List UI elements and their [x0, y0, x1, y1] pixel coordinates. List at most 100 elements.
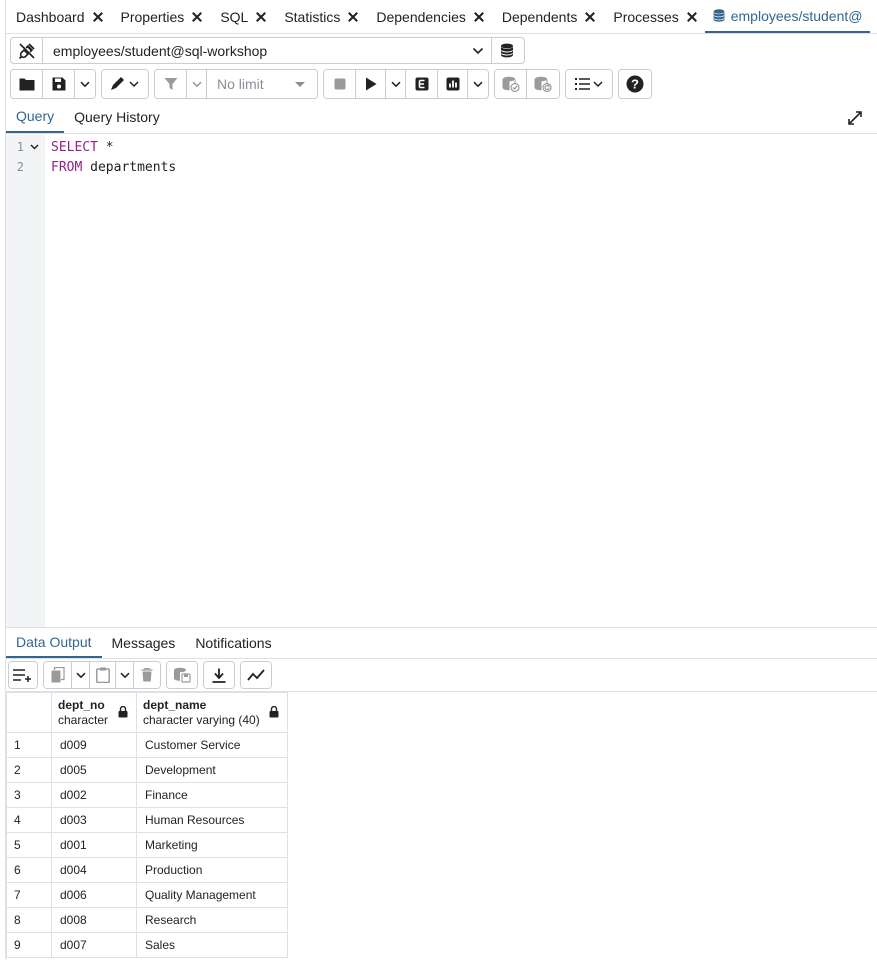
query-toolbar: No limit ? — [10, 69, 657, 99]
tab-processes[interactable]: Processes — [603, 0, 704, 33]
cell-dept-no[interactable]: d002 — [51, 782, 137, 808]
row-number[interactable]: 2 — [6, 757, 52, 783]
save-data-changes-button[interactable] — [167, 662, 197, 688]
caret-down-icon — [295, 82, 305, 87]
filter-button[interactable] — [155, 70, 187, 98]
copy-options-dropdown[interactable] — [72, 662, 90, 688]
close-icon[interactable] — [256, 12, 266, 22]
tab-dependencies[interactable]: Dependencies — [366, 0, 492, 33]
row-number[interactable]: 5 — [6, 832, 52, 858]
copy-button[interactable] — [44, 662, 72, 688]
row-number[interactable]: 8 — [6, 907, 52, 933]
cell-dept-name[interactable]: Research — [136, 907, 288, 933]
cell-dept-name[interactable]: Human Resources — [136, 807, 288, 833]
tab-query-history[interactable]: Query History — [64, 101, 170, 133]
tab-query-tool[interactable]: employees/student@ — [704, 0, 871, 33]
table-row[interactable]: 7 d006 Quality Management — [6, 882, 288, 908]
row-limit-select[interactable]: No limit — [207, 70, 317, 98]
header-row: dept_no character dept_name character va… — [6, 692, 288, 733]
add-row-button[interactable] — [9, 662, 37, 688]
close-icon[interactable] — [474, 12, 484, 22]
cell-dept-name[interactable]: Quality Management — [136, 882, 288, 908]
tab-statistics[interactable]: Statistics — [274, 0, 366, 33]
table-row[interactable]: 5 d001 Marketing — [6, 832, 288, 858]
save-options-dropdown[interactable] — [75, 70, 95, 98]
help-button[interactable]: ? — [619, 70, 651, 98]
row-number[interactable]: 4 — [6, 807, 52, 833]
row-number[interactable]: 9 — [6, 932, 52, 958]
table-row[interactable]: 3 d002 Finance — [6, 782, 288, 808]
close-icon[interactable] — [348, 12, 358, 22]
connection-status-icon[interactable] — [11, 38, 43, 63]
new-connection-button[interactable] — [492, 37, 525, 64]
tab-label: Data Output — [16, 634, 92, 650]
explain-button[interactable] — [406, 70, 438, 98]
cell-dept-no[interactable]: d001 — [51, 832, 137, 858]
execute-button[interactable] — [356, 70, 386, 98]
table-row[interactable]: 6 d004 Production — [6, 857, 288, 883]
cell-dept-name[interactable]: Marketing — [136, 832, 288, 858]
table-row[interactable]: 1 d009 Customer Service — [6, 732, 288, 758]
cell-dept-no[interactable]: d004 — [51, 857, 137, 883]
tab-properties[interactable]: Properties — [111, 0, 211, 33]
execute-options-dropdown[interactable] — [386, 70, 406, 98]
cell-dept-no[interactable]: d008 — [51, 907, 137, 933]
explain-options-dropdown[interactable] — [468, 70, 488, 98]
expand-icon[interactable] — [847, 110, 863, 126]
tab-query[interactable]: Query — [6, 101, 65, 133]
row-number[interactable]: 1 — [6, 732, 52, 758]
download-button[interactable] — [204, 662, 234, 688]
tab-dependents[interactable]: Dependents — [492, 0, 604, 33]
filter-dropdown[interactable] — [187, 70, 207, 98]
tab-sql[interactable]: SQL — [210, 0, 274, 33]
column-header-dept-no[interactable]: dept_no character — [51, 692, 137, 733]
tab-messages[interactable]: Messages — [102, 628, 186, 658]
edit-menu-button[interactable] — [102, 70, 148, 98]
cell-dept-no[interactable]: d003 — [51, 807, 137, 833]
delete-row-button[interactable] — [134, 662, 160, 688]
row-number[interactable]: 3 — [6, 782, 52, 808]
row-number[interactable]: 6 — [6, 857, 52, 883]
help-icon: ? — [626, 75, 644, 93]
tab-notifications[interactable]: Notifications — [185, 628, 281, 658]
explain-analyze-button[interactable] — [438, 70, 468, 98]
cell-dept-no[interactable]: d007 — [51, 932, 137, 958]
table-row[interactable]: 9 d007 Sales — [6, 932, 288, 958]
cell-dept-no[interactable]: d009 — [51, 732, 137, 758]
column-header-dept-name[interactable]: dept_name character varying (40) — [136, 692, 288, 733]
close-icon[interactable] — [687, 12, 697, 22]
graph-visualiser-button[interactable] — [241, 662, 271, 688]
tab-label: Notifications — [195, 635, 272, 651]
save-file-button[interactable] — [43, 70, 75, 98]
filter-icon — [164, 78, 177, 90]
cell-dept-name[interactable]: Development — [136, 757, 288, 783]
close-icon[interactable] — [93, 12, 103, 22]
cell-dept-name[interactable]: Sales — [136, 932, 288, 958]
commit-button[interactable] — [495, 70, 527, 98]
cell-dept-no[interactable]: d006 — [51, 882, 137, 908]
tab-data-output[interactable]: Data Output — [6, 628, 102, 658]
cell-dept-name[interactable]: Production — [136, 857, 288, 883]
stop-button[interactable] — [324, 70, 356, 98]
cell-dept-no[interactable]: d005 — [51, 757, 137, 783]
chevron-down-icon[interactable] — [465, 47, 491, 55]
cell-dept-name[interactable]: Finance — [136, 782, 288, 808]
row-number[interactable]: 7 — [6, 882, 52, 908]
cell-dept-name[interactable]: Customer Service — [136, 732, 288, 758]
open-file-button[interactable] — [11, 70, 43, 98]
paste-options-dropdown[interactable] — [116, 662, 134, 688]
sql-editor[interactable]: 1 SELECT * 2 FROM departments — [6, 135, 877, 627]
paste-button[interactable] — [90, 662, 116, 688]
connection-select[interactable]: employees/student@sql-workshop — [10, 37, 492, 64]
tab-dashboard[interactable]: Dashboard — [6, 0, 111, 33]
rollback-button[interactable] — [527, 70, 559, 98]
table-row[interactable]: 4 d003 Human Resources — [6, 807, 288, 833]
chevron-down-icon — [473, 81, 483, 87]
macros-button[interactable] — [566, 70, 612, 98]
close-icon[interactable] — [585, 12, 595, 22]
explain-icon — [415, 77, 428, 91]
table-row[interactable]: 8 d008 Research — [6, 907, 288, 933]
table-row[interactable]: 2 d005 Development — [6, 757, 288, 783]
fold-chevron-icon[interactable] — [24, 144, 45, 150]
close-icon[interactable] — [192, 12, 202, 22]
